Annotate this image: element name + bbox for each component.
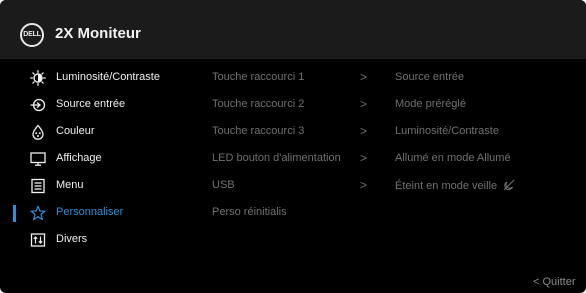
display-icon <box>30 151 46 167</box>
submenu-item-label: Perso réinitialis <box>212 206 287 218</box>
chevron-right-icon: > <box>360 178 368 192</box>
menu-item-input-source[interactable]: Source entrée <box>0 94 205 116</box>
menu-item-label: Couleur <box>56 125 95 137</box>
selection-indicator <box>13 205 16 222</box>
menu-item-label: Source entrée <box>56 98 126 110</box>
submenu-value: Éteint en mode veille <box>395 179 515 192</box>
menu-item-label: Menu <box>56 179 84 191</box>
menu-item-label: Luminosité/Contraste <box>56 71 160 83</box>
menu-item-others[interactable]: Divers <box>0 229 205 251</box>
submenu-item-shortcut-key-2[interactable]: Touche raccourci 2 > <box>212 94 372 116</box>
submenu-value: Source entrée <box>395 71 465 83</box>
menu-item-color[interactable]: Couleur <box>0 121 205 143</box>
standby-off-icon <box>503 179 515 191</box>
menu-item-personalize[interactable]: Personnaliser <box>0 202 205 224</box>
submenu-value-text: Éteint en mode veille <box>395 180 498 192</box>
submenu-item-power-button-led[interactable]: LED bouton d'alimentation > <box>212 148 372 170</box>
submenu-value: Luminosité/Contraste <box>395 125 499 137</box>
menu-item-brightness-contrast[interactable]: Luminosité/Contraste <box>0 67 205 89</box>
submenu-item-personalize-reset[interactable]: Perso réinitialis <box>212 202 372 224</box>
menu-item-label: Personnaliser <box>56 206 124 218</box>
monitor-title: 2X Moniteur <box>55 25 141 42</box>
submenu-item-label: Touche raccourci 1 <box>212 71 305 83</box>
others-icon <box>30 232 46 248</box>
submenu-item-label: Touche raccourci 2 <box>212 98 305 110</box>
chevron-right-icon: > <box>360 97 368 111</box>
color-icon <box>30 124 46 140</box>
quit-button[interactable]: < Quitter <box>533 276 576 288</box>
submenu-value: Mode préréglé <box>395 98 466 110</box>
menu-icon <box>30 178 46 194</box>
submenu-item-label: LED bouton d'alimentation <box>212 152 341 164</box>
submenu-item-shortcut-key-1[interactable]: Touche raccourci 1 > <box>212 67 372 89</box>
brightness-icon <box>30 70 46 86</box>
chevron-right-icon: > <box>360 151 368 165</box>
star-icon <box>30 205 46 221</box>
menu-item-menu[interactable]: Menu <box>0 175 205 197</box>
input-source-icon <box>30 97 46 113</box>
submenu-item-label: Touche raccourci 3 <box>212 125 305 137</box>
submenu-item-usb[interactable]: USB > <box>212 175 372 197</box>
menu-item-label: Affichage <box>56 152 102 164</box>
submenu-item-label: USB <box>212 179 235 191</box>
header: DELL 2X Moniteur <box>0 0 586 59</box>
menu-item-display[interactable]: Affichage <box>0 148 205 170</box>
dell-logo: DELL <box>20 23 44 47</box>
chevron-right-icon: > <box>360 124 368 138</box>
osd-window: DELL 2X Moniteur Luminosité/Contraste So… <box>0 0 586 293</box>
menu-item-label: Divers <box>56 233 88 245</box>
submenu-item-shortcut-key-3[interactable]: Touche raccourci 3 > <box>212 121 372 143</box>
chevron-right-icon: > <box>360 70 368 84</box>
submenu-value: Allumé en mode Allumé <box>395 152 511 164</box>
